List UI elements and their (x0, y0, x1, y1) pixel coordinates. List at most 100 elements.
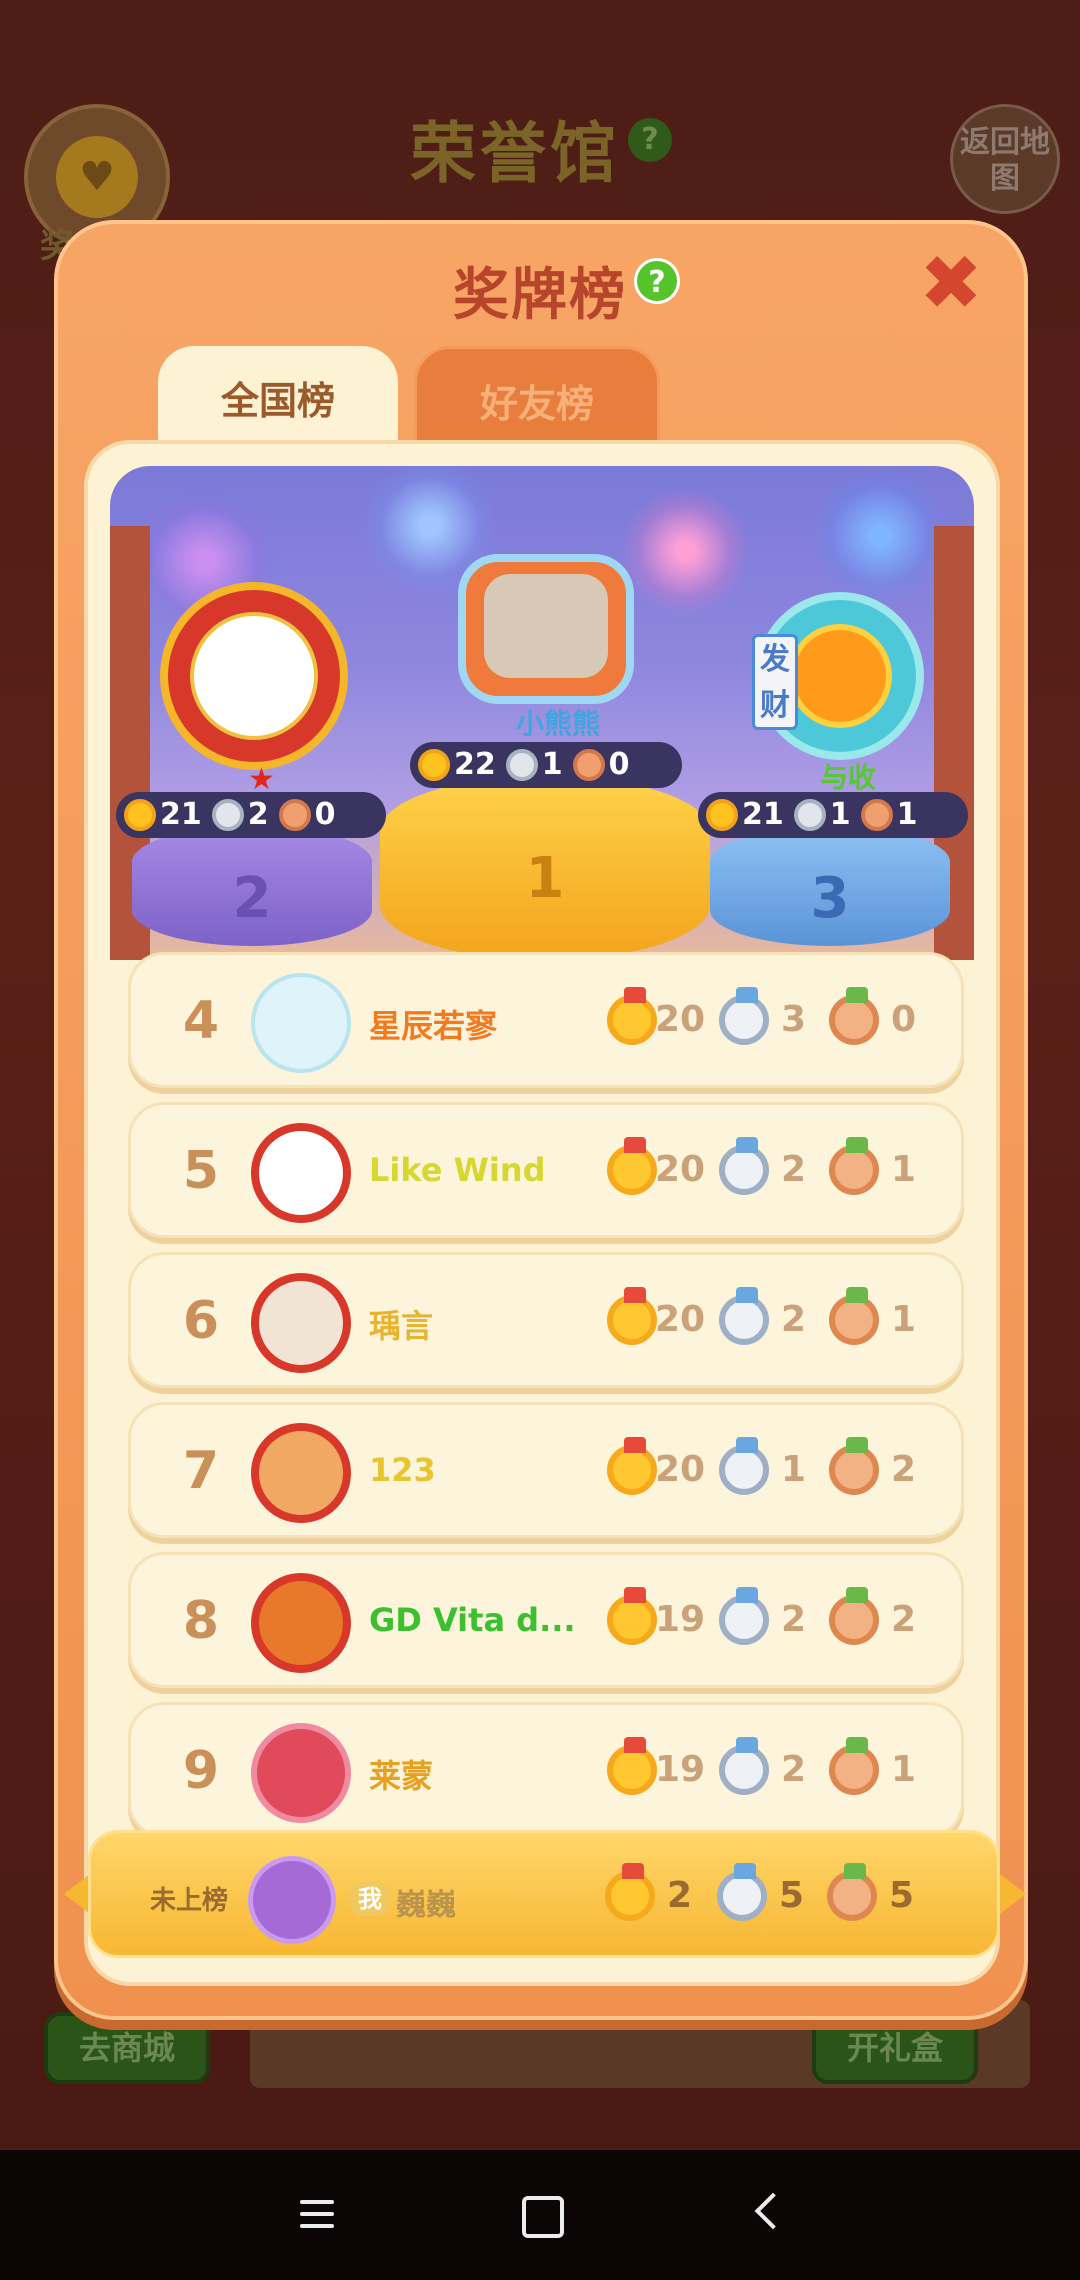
bronze-medal-icon (829, 1137, 879, 1195)
silver-medal-icon (717, 1863, 767, 1921)
avatar[interactable] (251, 1573, 351, 1673)
podium-avatar-second[interactable] (160, 582, 348, 770)
silver-count: 2 (781, 1749, 807, 1790)
ranking-row[interactable]: 7 123 20 1 2 (128, 1402, 964, 1538)
silver-medal-icon (719, 987, 769, 1045)
silver-medal-icon (211, 799, 244, 831)
bronze-count: 1 (891, 1149, 917, 1190)
silver-medal-icon (719, 1137, 769, 1195)
gold-medal-icon (605, 1863, 655, 1921)
player-name: 星辰若寥 (369, 1007, 498, 1045)
gold-count: 20 (655, 1299, 706, 1340)
rank-number: 8 (182, 1591, 220, 1651)
bronze-medal-icon (829, 1287, 879, 1345)
menu-icon[interactable] (300, 2200, 334, 2236)
gold-medal-icon (607, 1587, 657, 1645)
silver-medal-icon (719, 1287, 769, 1345)
bronze-count: 2 (891, 1449, 917, 1490)
podium-avatar-first[interactable] (458, 554, 634, 704)
firework-decoration (620, 486, 750, 616)
silver-medal-icon (719, 1737, 769, 1795)
podium-stats-first: 22 1 0 (410, 742, 682, 788)
my-rank-status: 未上榜 (150, 1886, 229, 1916)
avatar (190, 612, 318, 740)
gold-medal-icon (607, 1737, 657, 1795)
close-icon[interactable]: ✖ (916, 245, 986, 321)
player-name: 123 (369, 1451, 436, 1489)
pedestal-number-third: 3 (810, 866, 850, 931)
silver-medal-icon (793, 799, 826, 831)
avatar (484, 574, 608, 678)
bronze-medal-icon (829, 1737, 879, 1795)
my-avatar[interactable] (248, 1856, 336, 1944)
my-gold-count: 2 (667, 1875, 693, 1916)
gold-medal-icon (706, 799, 738, 831)
ranking-row[interactable]: 9 莱蒙 19 2 1 (128, 1702, 964, 1838)
hall-help-icon[interactable]: ? (628, 118, 672, 162)
silver-count: 2 (781, 1149, 807, 1190)
podium-stats-second: 21 2 0 (116, 792, 386, 838)
hall-title: 荣誉馆 (410, 115, 620, 192)
tab-friends[interactable]: 好友榜 (414, 346, 660, 446)
silver-count: 3 (781, 999, 807, 1040)
gold-count: 20 (655, 1149, 706, 1190)
avatar[interactable] (251, 973, 351, 1073)
player-name: 莱蒙 (369, 1757, 434, 1795)
heart-icon: ♥ (56, 136, 138, 218)
bronze-medal-icon (829, 987, 879, 1045)
my-silver-count: 5 (779, 1875, 805, 1916)
banner-ribbon-left (64, 1874, 90, 1914)
my-bronze-count: 5 (889, 1875, 915, 1916)
gold-count: 19 (655, 1749, 706, 1790)
bronze-count: 1 (891, 1749, 917, 1790)
player-name: GD Vita d... (369, 1601, 576, 1639)
bronze-medal-icon (860, 799, 893, 831)
gold-medal-icon (124, 799, 156, 831)
silver-count: 2 (781, 1599, 807, 1640)
avatar[interactable] (251, 1423, 351, 1523)
me-badge: 我 (350, 1882, 390, 1916)
player-name: Like Wind (369, 1151, 546, 1189)
podium-name-first: 小熊熊 (516, 707, 601, 740)
bronze-medal-icon (278, 799, 311, 831)
bronze-medal-icon (829, 1437, 879, 1495)
fortune-tag-icon: 发财 (752, 634, 798, 730)
pedestal-number-first: 1 (525, 846, 565, 911)
silver-count: 2 (781, 1299, 807, 1340)
silver-medal-icon (719, 1587, 769, 1645)
silver-count: 1 (781, 1449, 807, 1490)
bronze-count: 1 (891, 1299, 917, 1340)
silver-medal-icon (719, 1437, 769, 1495)
rank-number: 6 (182, 1291, 220, 1351)
gold-count: 20 (655, 1449, 706, 1490)
rank-number: 5 (182, 1141, 220, 1201)
player-name: 瑀言 (369, 1307, 434, 1345)
gold-medal-icon (607, 1137, 657, 1195)
firework-decoration (810, 466, 950, 606)
rank-number: 9 (182, 1741, 220, 1801)
return-map-button[interactable]: 返回地图 (950, 104, 1060, 214)
ranking-row[interactable]: 4 星辰若寥 20 3 0 (128, 952, 964, 1088)
bronze-count: 2 (891, 1599, 917, 1640)
gold-medal-icon (607, 1437, 657, 1495)
bronze-count: 0 (891, 999, 917, 1040)
podium-stats-third: 21 1 1 (698, 792, 968, 838)
bronze-medal-icon (829, 1587, 879, 1645)
rank-number: 4 (182, 991, 220, 1051)
ranking-row[interactable]: 8 GD Vita d... 19 2 2 (128, 1552, 964, 1688)
avatar[interactable] (251, 1123, 351, 1223)
bronze-medal-icon (827, 1863, 877, 1921)
pedestal-number-second: 2 (232, 866, 272, 931)
tab-national[interactable]: 全国榜 (158, 346, 398, 446)
gift-box-button[interactable]: 开礼盒 (812, 2012, 978, 2084)
help-icon[interactable]: ? (634, 258, 680, 304)
avatar[interactable] (251, 1723, 351, 1823)
banner-ribbon-right (1000, 1874, 1026, 1914)
shop-button[interactable]: 去商城 (44, 2012, 210, 2084)
ranking-row[interactable]: 5 Like Wind 20 2 1 (128, 1102, 964, 1238)
gold-medal-icon (418, 749, 450, 781)
home-icon[interactable] (522, 2196, 564, 2238)
avatar[interactable] (251, 1273, 351, 1373)
my-name: 巍巍 (396, 1888, 456, 1923)
ranking-row[interactable]: 6 瑀言 20 2 1 (128, 1252, 964, 1388)
